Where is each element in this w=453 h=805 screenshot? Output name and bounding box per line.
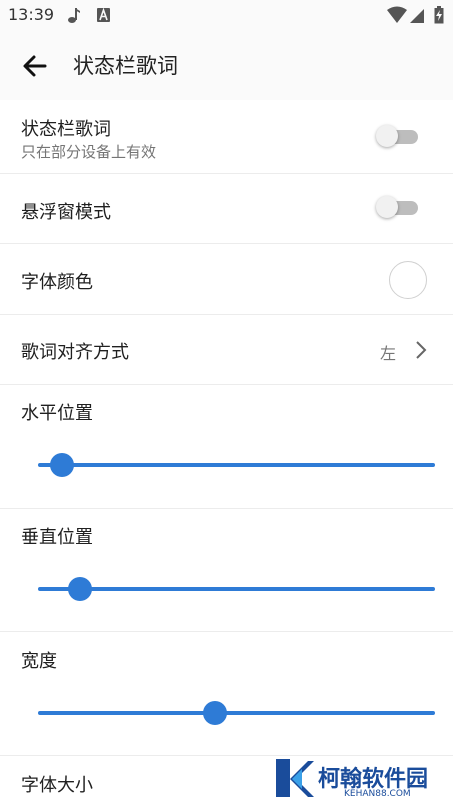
- arrow-left-icon: [23, 55, 47, 77]
- back-button[interactable]: [20, 52, 52, 80]
- setting-width: 宽度: [0, 632, 453, 756]
- battery-charging-icon: [434, 6, 444, 24]
- page-title: 状态栏歌词: [73, 54, 178, 78]
- status-time: 13:39: [8, 5, 55, 24]
- slider-track: [38, 463, 435, 467]
- app-bar: 状态栏歌词: [0, 32, 453, 100]
- signal-icon: [410, 9, 424, 23]
- setting-sublabel: 只在部分设备上有效: [21, 143, 157, 161]
- font-color-swatch[interactable]: [389, 261, 427, 299]
- switch-thumb: [376, 196, 398, 218]
- setting-floating-mode[interactable]: 悬浮窗模式: [0, 174, 453, 244]
- setting-font-color[interactable]: 字体颜色: [0, 244, 453, 315]
- music-note-icon: [68, 8, 80, 23]
- setting-label: 歌词对齐方式: [21, 342, 129, 363]
- slider-thumb[interactable]: [202, 701, 227, 725]
- slider-thumb[interactable]: [67, 577, 92, 601]
- wifi-icon: [387, 6, 407, 23]
- status-bar: 13:39: [0, 0, 453, 32]
- status-lyrics-switch[interactable]: [376, 121, 422, 153]
- setting-label: 悬浮窗模式: [21, 202, 111, 223]
- vertical-position-slider[interactable]: [38, 574, 435, 604]
- alignment-value: 左: [380, 344, 397, 363]
- watermark-logo-icon: [276, 759, 314, 797]
- chevron-right-icon: [416, 341, 427, 359]
- setting-label: 字体颜色: [21, 272, 93, 293]
- setting-vertical-position: 垂直位置: [0, 509, 453, 632]
- setting-label: 状态栏歌词: [21, 119, 111, 140]
- horizontal-position-slider[interactable]: [38, 450, 435, 480]
- setting-label: 宽度: [21, 651, 57, 672]
- setting-horizontal-position: 水平位置: [0, 385, 453, 509]
- slider-track: [38, 711, 435, 715]
- setting-alignment[interactable]: 歌词对齐方式 左: [0, 315, 453, 385]
- setting-status-lyrics[interactable]: 状态栏歌词 只在部分设备上有效: [0, 101, 453, 174]
- font-a-icon: [97, 7, 110, 22]
- width-slider[interactable]: [38, 698, 435, 728]
- slider-thumb[interactable]: [49, 453, 74, 477]
- setting-label: 垂直位置: [21, 527, 93, 548]
- setting-label: 水平位置: [21, 403, 93, 424]
- floating-mode-switch[interactable]: [376, 192, 422, 224]
- slider-track: [38, 587, 435, 591]
- setting-label: 字体大小: [21, 775, 93, 796]
- watermark-url: KEHAN88.COM: [344, 789, 411, 799]
- watermark: 柯翰软件园 KEHAN88.COM: [272, 757, 442, 805]
- switch-thumb: [376, 125, 398, 147]
